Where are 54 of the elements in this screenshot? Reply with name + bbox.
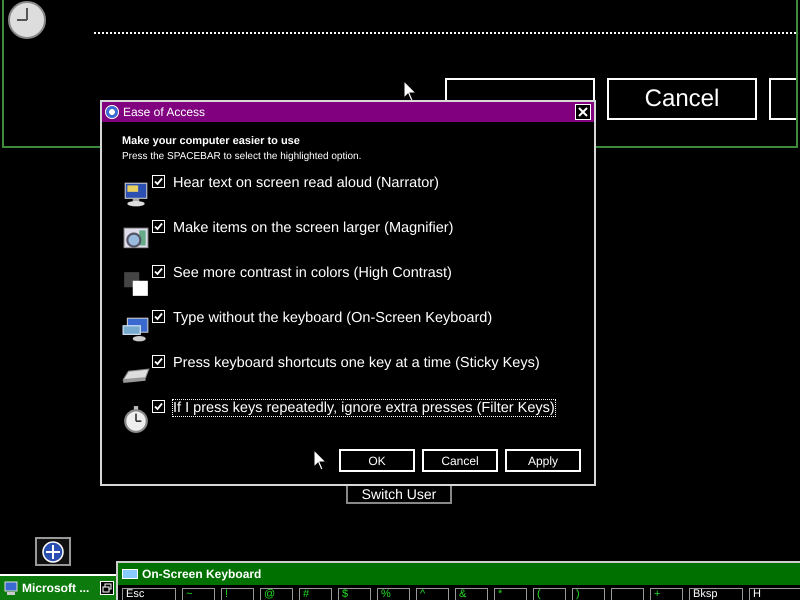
dialog-button[interactable]: Apply: [505, 449, 581, 472]
keyboard-key[interactable]: (: [533, 588, 566, 600]
keyboard-key[interactable]: $: [338, 588, 371, 600]
option-label[interactable]: Press keyboard shortcuts one key at a time (Sticky Keys): [172, 354, 541, 372]
ease-of-access-button[interactable]: [35, 537, 71, 566]
keyboard-icon: [122, 569, 138, 579]
keyboard-key[interactable]: ): [572, 588, 605, 600]
computer-icon: [3, 580, 19, 596]
close-icon: [578, 107, 588, 117]
keyboard-key[interactable]: ^: [416, 588, 449, 600]
keyboard-key[interactable]: %: [377, 588, 410, 600]
dialog-button[interactable]: Cancel: [607, 78, 757, 120]
keyboard-icon: [122, 315, 150, 343]
instruction-text: Press the SPACEBAR to select the highlighted option.: [122, 151, 362, 162]
dialog-button[interactable]: Cancel: [422, 449, 498, 472]
ease-of-access-icon: [42, 540, 64, 562]
keyboard-key[interactable]: @: [260, 588, 293, 600]
keyboard-key[interactable]: ~: [182, 588, 215, 600]
option-label[interactable]: If I press keys repeatedly, ignore extra presses (Filter Keys): [172, 399, 556, 417]
keys-icon: [122, 368, 150, 384]
taskbar-item[interactable]: Microsoft ...: [0, 574, 117, 600]
monitor-icon: [122, 180, 150, 208]
keyboard-key[interactable]: Bksp: [689, 588, 743, 600]
ease-of-access-icon: [105, 105, 119, 119]
stopwatch-icon: [122, 405, 150, 433]
clock-icon: [7, 0, 47, 40]
option-label[interactable]: See more contrast in colors (High Contrast): [172, 264, 453, 282]
contrast-icon: [122, 270, 150, 298]
pointer-icon: [313, 449, 327, 471]
keyboard-key[interactable]: #: [299, 588, 332, 600]
window-title: On-Screen Keyboard: [142, 567, 262, 581]
checkbox[interactable]: [152, 355, 165, 368]
keyboard-key[interactable]: H: [749, 588, 800, 600]
restore-button[interactable]: [100, 581, 114, 595]
option-label[interactable]: Make items on the screen larger (Magnifier): [172, 219, 454, 237]
keyboard-key[interactable]: Esc: [122, 588, 176, 600]
taskbar-label: Microsoft ...: [22, 581, 90, 595]
option-label[interactable]: Hear text on screen read aloud (Narrator): [172, 174, 440, 192]
keyboard-key[interactable]: &: [455, 588, 488, 600]
window-title: Ease of Access: [123, 105, 206, 119]
dialog-button[interactable]: OK: [339, 449, 415, 472]
checkbox[interactable]: [152, 175, 165, 188]
keyboard-key[interactable]: *: [494, 588, 527, 600]
keyboard-key[interactable]: !: [221, 588, 254, 600]
checkbox[interactable]: [152, 310, 165, 323]
restore-icon: [102, 583, 112, 593]
checkbox[interactable]: [152, 265, 165, 278]
option-label[interactable]: Type without the keyboard (On-Screen Keyboard): [172, 309, 494, 327]
keyboard-key[interactable]: +: [650, 588, 683, 600]
close-button[interactable]: [575, 104, 591, 120]
heading: Make your computer easier to use: [122, 135, 301, 147]
checkbox[interactable]: [152, 400, 165, 413]
checkbox[interactable]: [152, 220, 165, 233]
keyboard-key[interactable]: [611, 588, 644, 600]
